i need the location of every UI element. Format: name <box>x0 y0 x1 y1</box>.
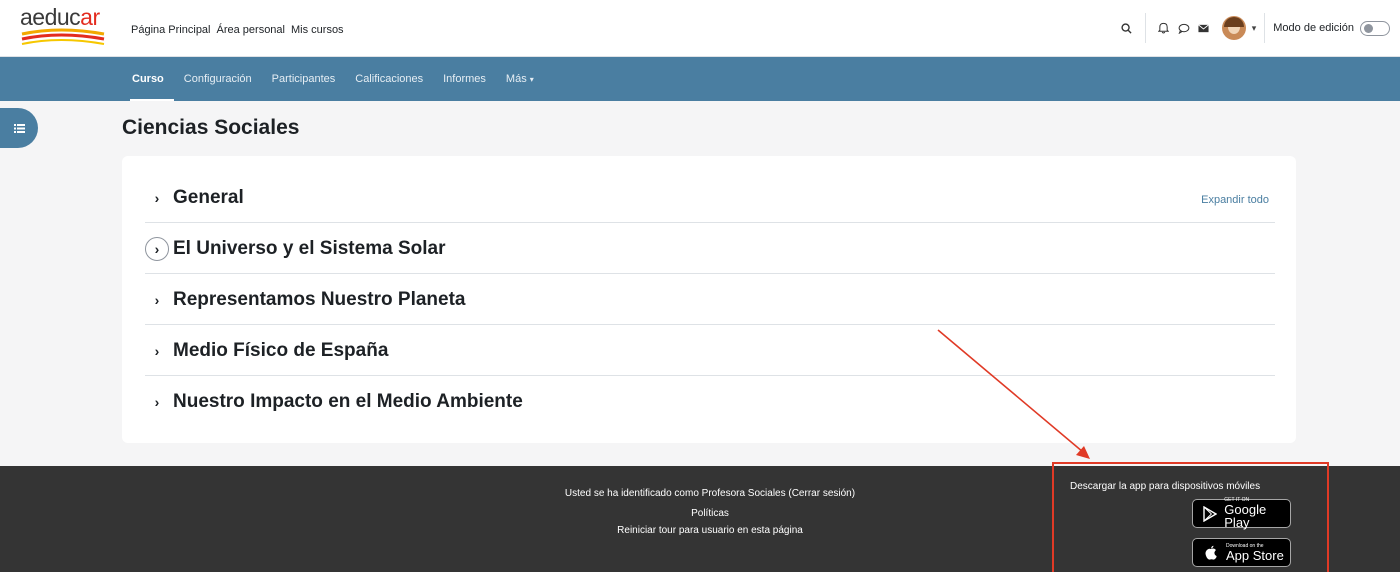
google-play-text: Google Play <box>1224 502 1267 530</box>
chevron-down-icon[interactable]: ▾ <box>1252 23 1257 34</box>
section-planet[interactable]: › Representamos Nuestro Planeta <box>145 275 1275 325</box>
envelope-icon[interactable] <box>1194 14 1214 42</box>
logged-in-text[interactable]: Usted se ha identificado como Profesora … <box>460 485 960 502</box>
bell-icon[interactable] <box>1154 14 1174 42</box>
section-title[interactable]: Medio Físico de España <box>173 340 388 362</box>
course-index-drawer-button[interactable] <box>0 108 38 148</box>
reset-tour-link[interactable]: Reiniciar tour para usuario en esta pági… <box>460 522 960 539</box>
chevron-right-icon[interactable]: › <box>145 339 169 363</box>
user-toolbar: ▾ Modo de edición <box>1117 13 1390 43</box>
chevron-right-icon[interactable]: › <box>145 390 169 414</box>
edit-mode-label: Modo de edición <box>1273 22 1354 34</box>
google-play-icon <box>1199 505 1221 522</box>
page-title: Ciencias Sociales <box>122 116 300 139</box>
policies-link[interactable]: Políticas <box>460 505 960 522</box>
edit-mode-toggle[interactable] <box>1360 20 1390 36</box>
page-footer: Usted se ha identificado como Profesora … <box>0 462 1400 572</box>
chevron-right-icon[interactable]: › <box>145 288 169 312</box>
search-icon[interactable] <box>1117 14 1137 42</box>
chevron-right-icon[interactable]: › <box>145 186 169 210</box>
list-icon <box>13 123 25 133</box>
footer-info: Usted se ha identificado como Profesora … <box>460 485 960 539</box>
course-secondary-nav: Curso Configuración Participantes Califi… <box>0 57 1400 101</box>
user-avatar[interactable] <box>1221 16 1246 40</box>
course-sections-card: Expandir todo › General › El Universo y … <box>122 156 1296 443</box>
logo-swoosh-icon <box>21 28 105 45</box>
app-store-text: App Store <box>1226 547 1284 563</box>
tab-course[interactable]: Curso <box>122 57 174 101</box>
divider <box>1144 13 1146 43</box>
aeducar-logo[interactable]: aeducar <box>20 4 106 50</box>
apple-icon <box>1199 545 1223 561</box>
google-play-badge[interactable]: GET IT ON Google Play <box>1192 498 1291 530</box>
chevron-right-icon[interactable]: › <box>145 236 169 261</box>
chevron-down-icon: ▾ <box>529 75 534 84</box>
logo-text: aeducar <box>20 4 100 30</box>
mobile-app-title: Descargar la app para dispositivos móvil… <box>1070 481 1261 492</box>
section-title[interactable]: Representamos Nuestro Planeta <box>173 289 466 311</box>
tab-more[interactable]: Más ▾ <box>496 57 544 101</box>
section-title[interactable]: General <box>173 187 244 209</box>
section-spain[interactable]: › Medio Físico de España <box>145 326 1275 376</box>
app-store-badge[interactable]: Download on the App Store <box>1192 538 1291 567</box>
tab-grades[interactable]: Calificaciones <box>345 57 433 101</box>
divider <box>1264 13 1266 43</box>
primary-navigation: Página Principal Área personal Mis curso… <box>131 24 344 36</box>
top-navbar: aeducar Página Principal Área personal M… <box>0 0 1400 57</box>
nav-dashboard[interactable]: Área personal <box>217 24 286 36</box>
nav-home[interactable]: Página Principal <box>131 24 211 36</box>
section-title[interactable]: Nuestro Impacto en el Medio Ambiente <box>173 391 523 413</box>
nav-my-courses[interactable]: Mis cursos <box>291 24 344 36</box>
tab-reports[interactable]: Informes <box>433 57 496 101</box>
tab-participants[interactable]: Participantes <box>262 57 346 101</box>
section-general[interactable]: › General <box>145 173 1275 223</box>
chat-bubble-icon[interactable] <box>1174 14 1194 42</box>
section-environment[interactable]: › Nuestro Impacto en el Medio Ambiente <box>145 377 1275 427</box>
section-universe[interactable]: › El Universo y el Sistema Solar <box>145 224 1275 274</box>
mobile-app-highlight: Descargar la app para dispositivos móvil… <box>1052 462 1329 572</box>
section-title[interactable]: El Universo y el Sistema Solar <box>173 238 445 260</box>
tab-settings[interactable]: Configuración <box>174 57 262 101</box>
